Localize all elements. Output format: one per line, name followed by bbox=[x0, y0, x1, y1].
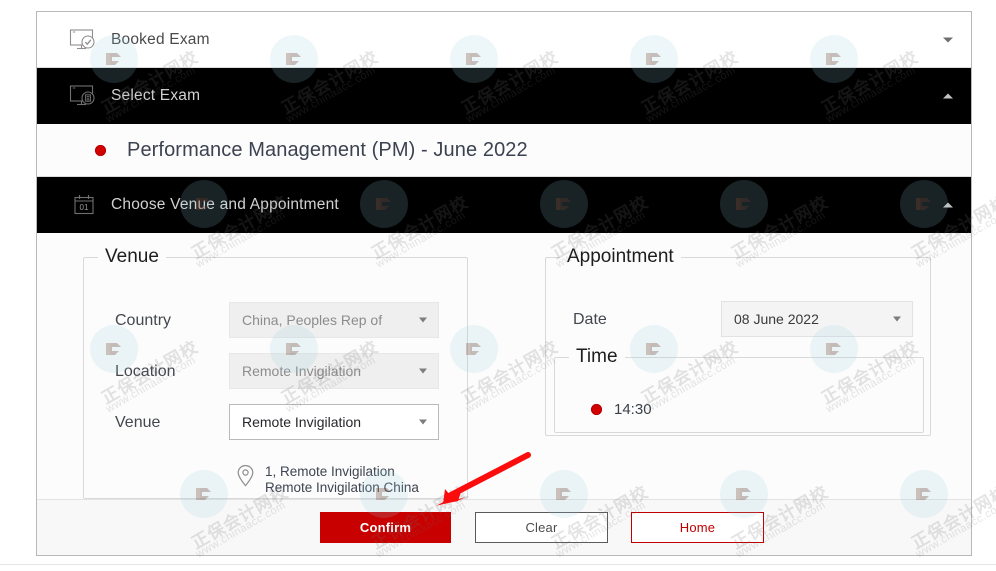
venue-legend: Venue bbox=[105, 246, 159, 267]
venue-address-line1: 1, Remote Invigilation bbox=[265, 464, 395, 479]
accordion-title-select-exam: Select Exam bbox=[111, 87, 201, 104]
monitor-document-icon bbox=[37, 84, 111, 108]
accordion-title-choose-venue: Choose Venue and Appointment bbox=[111, 196, 339, 213]
venue-select[interactable]: Remote Invigilation bbox=[229, 404, 439, 440]
booking-panel: Booked Exam Select Exam Performance Mana… bbox=[36, 11, 972, 556]
location-select[interactable]: Remote Invigilation bbox=[229, 353, 439, 389]
accordion-title-booked-exam: Booked Exam bbox=[111, 30, 210, 48]
venue-select-value: Remote Invigilation bbox=[242, 414, 362, 430]
time-legend: Time bbox=[576, 346, 618, 367]
page-bottom-divider bbox=[0, 564, 996, 565]
chevron-down-icon-location bbox=[419, 368, 427, 374]
venue-fieldset: Venue Country China, Peoples Rep of Loca… bbox=[83, 246, 468, 499]
country-select[interactable]: China, Peoples Rep of bbox=[229, 302, 439, 338]
home-button[interactable]: Home bbox=[631, 512, 764, 543]
exam-radio-selected[interactable] bbox=[95, 144, 106, 156]
calendar-01-icon: 01 bbox=[37, 192, 111, 218]
venue-address: 1, Remote Invigilation Remote Invigilati… bbox=[236, 464, 419, 496]
exam-option-row[interactable]: Performance Management (PM) - June 2022 bbox=[37, 124, 971, 177]
appointment-legend: Appointment bbox=[567, 246, 674, 267]
location-label: Location bbox=[115, 363, 176, 380]
venue-address-line2: Remote Invigilation China bbox=[265, 480, 419, 495]
chevron-up-icon[interactable] bbox=[943, 93, 953, 99]
monitor-check-icon bbox=[37, 28, 111, 52]
accordion-header-select-exam[interactable]: Select Exam bbox=[37, 68, 971, 124]
confirm-button[interactable]: Confirm bbox=[320, 512, 451, 543]
venue-label: Venue bbox=[115, 414, 161, 431]
date-label: Date bbox=[573, 311, 607, 328]
chevron-down-icon-venue bbox=[419, 419, 427, 425]
action-footer: Confirm Clear Home bbox=[37, 499, 971, 555]
accordion-header-choose-venue[interactable]: 01 Choose Venue and Appointment bbox=[37, 177, 971, 233]
clear-button[interactable]: Clear bbox=[475, 512, 608, 543]
date-select-value: 08 June 2022 bbox=[734, 311, 819, 327]
screenshot-root: Booked Exam Select Exam Performance Mana… bbox=[0, 0, 996, 571]
svg-text:01: 01 bbox=[80, 203, 89, 212]
appointment-fieldset: Appointment Date 08 June 2022 Time 14:30 bbox=[545, 246, 931, 436]
time-fieldset: Time 14:30 bbox=[554, 346, 924, 433]
chevron-down-icon-country bbox=[419, 317, 427, 323]
venue-appointment-body: Venue Country China, Peoples Rep of Loca… bbox=[37, 233, 971, 507]
chevron-down-icon-date bbox=[893, 316, 901, 322]
exam-option-label: Performance Management (PM) - June 2022 bbox=[127, 138, 528, 161]
location-select-value: Remote Invigilation bbox=[242, 363, 362, 379]
time-option-row[interactable]: 14:30 bbox=[591, 401, 652, 418]
chevron-down-icon[interactable] bbox=[943, 37, 953, 42]
chevron-up-icon-2[interactable] bbox=[943, 202, 953, 208]
time-radio-selected[interactable] bbox=[591, 404, 602, 415]
time-option-label: 14:30 bbox=[614, 401, 652, 418]
country-label: Country bbox=[115, 312, 172, 329]
country-select-value: China, Peoples Rep of bbox=[242, 312, 383, 328]
date-select[interactable]: 08 June 2022 bbox=[721, 301, 913, 337]
accordion-header-booked-exam[interactable]: Booked Exam bbox=[37, 12, 971, 68]
map-pin-icon bbox=[236, 464, 255, 493]
